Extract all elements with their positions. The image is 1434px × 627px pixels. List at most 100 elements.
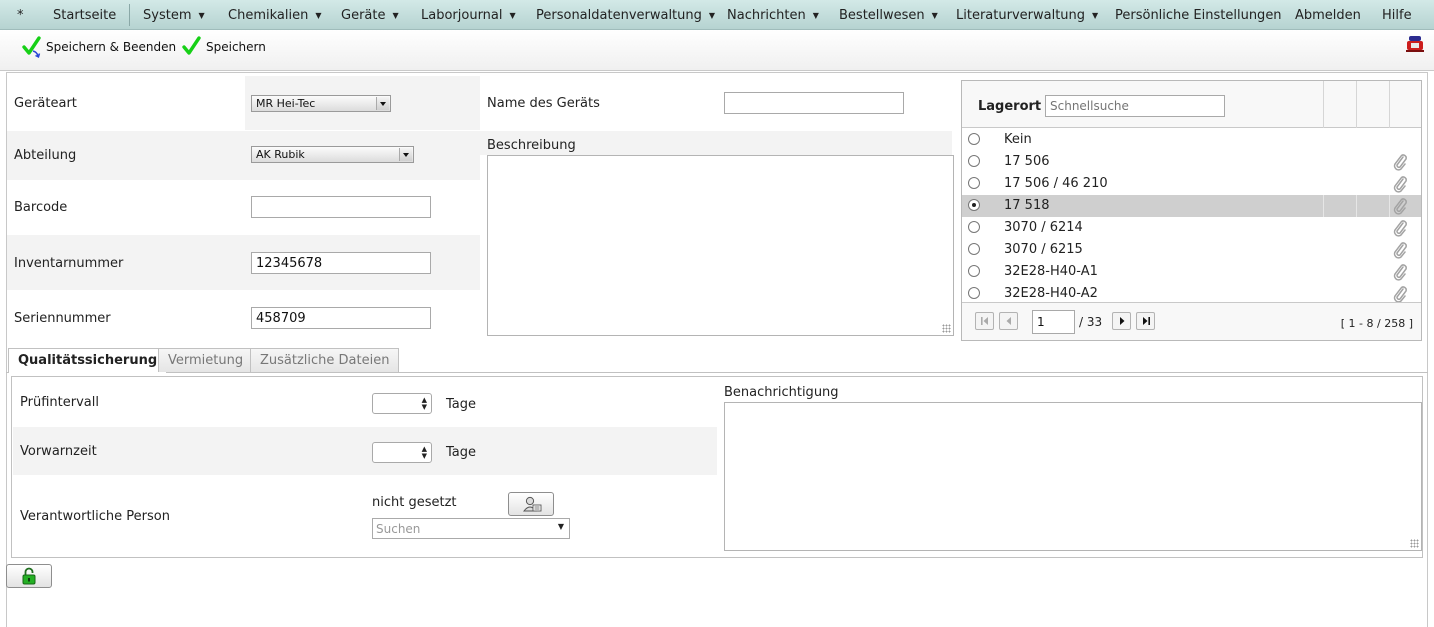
menu-personaldaten[interactable]: Personaldatenverwaltung ▼ (536, 0, 715, 30)
tab-qualitaetssicherung[interactable]: Qualitätssicherung (8, 348, 168, 373)
menu-laborjournal[interactable]: Laborjournal ▼ (421, 0, 516, 30)
last-page-button[interactable] (1136, 312, 1155, 330)
paperclip-icon[interactable] (1392, 241, 1408, 259)
menu-geraete-label: Geräte (341, 8, 386, 23)
person-search-combobox[interactable]: Suchen ▼ (372, 518, 570, 539)
inventarnummer-input[interactable] (251, 252, 431, 274)
menu-bestellwesen[interactable]: Bestellwesen ▼ (839, 0, 938, 30)
lagerort-row[interactable]: 17 506 / 46 210 (962, 173, 1421, 195)
first-page-icon (981, 317, 988, 325)
lagerort-row[interactable]: 3070 / 6215 (962, 239, 1421, 261)
menu-system[interactable]: System ▼ (143, 0, 205, 30)
menu-geraete[interactable]: Geräte ▼ (341, 0, 399, 30)
dropdown-arrow-icon (376, 97, 389, 110)
radio-button[interactable] (968, 199, 980, 211)
lagerort-row[interactable]: Kein (962, 129, 1421, 151)
check-icon (182, 36, 201, 55)
menu-personaldaten-label: Personaldatenverwaltung (536, 8, 702, 23)
paperclip-icon[interactable] (1392, 219, 1408, 237)
spin-down-icon[interactable]: ▼ (422, 453, 427, 460)
next-page-button[interactable] (1112, 312, 1131, 330)
abteilung-label: Abteilung (14, 148, 77, 163)
lagerort-row[interactable]: 17 506 (962, 151, 1421, 173)
paperclip-icon[interactable] (1392, 263, 1408, 281)
header-column[interactable] (1356, 81, 1389, 128)
lock-button[interactable] (6, 564, 52, 588)
tab-zusaetzliche-dateien[interactable]: Zusätzliche Dateien (250, 348, 400, 372)
name-input[interactable] (724, 92, 904, 114)
vorwarnzeit-spinner[interactable]: ▲ ▼ (372, 442, 432, 463)
radio-button[interactable] (968, 287, 980, 299)
page-number-input[interactable] (1032, 310, 1075, 334)
row-bg (13, 427, 717, 475)
pruefintervall-unit: Tage (446, 397, 477, 412)
chevron-down-icon: ▼ (812, 11, 819, 20)
lagerort-grid: Lagerort Kein 17 506 17 506 / 46 210 17 518… (961, 80, 1422, 341)
first-page-button[interactable] (975, 312, 994, 330)
lagerort-row[interactable]: 3070 / 6214 (962, 217, 1421, 239)
barcode-input[interactable] (251, 196, 431, 218)
select-person-button[interactable] (508, 492, 554, 516)
paperclip-icon[interactable] (1392, 285, 1408, 303)
menu-einstellungen[interactable]: Persönliche Einstellungen (1115, 0, 1282, 30)
chevron-down-icon: ▼ (1092, 11, 1099, 20)
menu-abmelden[interactable]: Abmelden (1295, 0, 1361, 30)
save-close-button[interactable]: Speichern & Beenden (22, 36, 176, 58)
menu-literatur[interactable]: Literaturverwaltung ▼ (956, 0, 1098, 30)
seriennummer-input[interactable] (251, 307, 431, 329)
lagerort-row-label: 17 506 (1004, 154, 1050, 169)
lagerort-row-label: 3070 / 6214 (1004, 220, 1083, 235)
header-column[interactable] (1323, 81, 1356, 128)
menu-nachrichten[interactable]: Nachrichten ▼ (727, 0, 819, 30)
verantwortliche-person-label: Verantwortliche Person (20, 509, 170, 524)
beschreibung-textarea[interactable] (487, 155, 954, 336)
radio-button[interactable] (968, 133, 980, 145)
menu-startseite[interactable]: Startseite (53, 0, 116, 30)
menu-chemikalien[interactable]: Chemikalien ▼ (228, 0, 321, 30)
menu-abmelden-label: Abmelden (1295, 8, 1361, 23)
resize-grip-icon[interactable] (942, 324, 951, 333)
paperclip-icon[interactable] (1392, 153, 1408, 171)
radio-button[interactable] (968, 221, 980, 233)
lagerort-title: Lagerort (978, 99, 1042, 114)
radio-button[interactable] (968, 265, 980, 277)
save-close-label: Speichern & Beenden (46, 40, 177, 54)
paperclip-icon[interactable] (1392, 197, 1408, 215)
record-range: [ 1 - 8 / 258 ] (1340, 317, 1413, 330)
geraeteart-value: MR Hei-Tec (256, 97, 316, 110)
menu-hilfe[interactable]: Hilfe (1382, 0, 1412, 30)
lagerort-row[interactable]: 17 518 (962, 195, 1421, 217)
person-search-placeholder: Suchen (376, 522, 421, 536)
header-column[interactable] (1389, 81, 1422, 128)
radio-button[interactable] (968, 177, 980, 189)
tab-vermietung[interactable]: Vermietung (158, 348, 254, 372)
spin-down-icon[interactable]: ▼ (422, 404, 427, 411)
radio-button[interactable] (968, 155, 980, 167)
benachrichtigung-textarea[interactable] (724, 402, 1422, 551)
lagerort-row-label: 32E28-H40-A2 (1004, 286, 1098, 301)
abteilung-select[interactable]: AK Rubik (251, 146, 414, 163)
menu-literatur-label: Literaturverwaltung (956, 8, 1086, 23)
save-label: Speichern (206, 40, 266, 54)
verantwortliche-person-value: nicht gesetzt (372, 495, 457, 510)
pruefintervall-spinner[interactable]: ▲ ▼ (372, 393, 432, 414)
column-divider (1356, 195, 1357, 217)
lagerort-search-input[interactable] (1045, 95, 1225, 117)
prev-page-button[interactable] (999, 312, 1018, 330)
dropdown-arrow-icon (399, 148, 412, 161)
menu-star[interactable]: * (17, 0, 24, 30)
lagerort-row[interactable]: 32E28-H40-A1 (962, 261, 1421, 283)
name-label: Name des Geräts (487, 96, 600, 111)
chevron-down-icon: ▼ (509, 11, 516, 20)
geraeteart-select[interactable]: MR Hei-Tec (251, 95, 391, 112)
column-divider (1389, 195, 1390, 217)
page-total: / 33 (1079, 315, 1103, 329)
main-menu-bar: * Startseite System ▼ Chemikalien ▼ Geräte… (0, 0, 1434, 30)
lagerort-pager: / 33 [ 1 - 8 / 258 ] (962, 302, 1421, 340)
radio-button[interactable] (968, 243, 980, 255)
resize-grip-icon[interactable] (1410, 539, 1419, 548)
telephone-icon[interactable] (1405, 33, 1425, 53)
paperclip-icon[interactable] (1392, 175, 1408, 193)
chevron-down-icon[interactable]: ▼ (558, 522, 564, 531)
save-button[interactable]: Speichern (182, 36, 266, 58)
